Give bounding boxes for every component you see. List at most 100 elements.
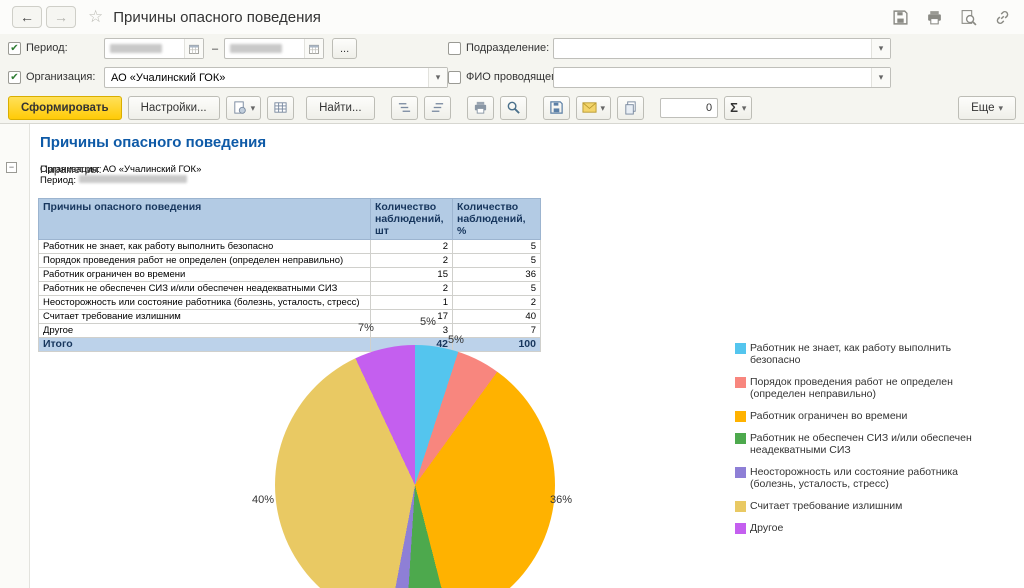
organization-value: АО «Учалинский ГОК»: [105, 72, 428, 84]
table-row[interactable]: Считает требование излишним1740: [39, 310, 541, 324]
save-icon-button[interactable]: [543, 96, 570, 120]
legend-swatch: [735, 343, 746, 354]
dropdown-arrow-icon[interactable]: [871, 39, 890, 58]
cell-cause: Считает требование излишним: [39, 310, 371, 324]
legend-item: Работник не обеспечен СИЗ и/или обеспече…: [735, 432, 987, 456]
table-row[interactable]: Работник ограничен во времени1536: [39, 268, 541, 282]
slice-label: 5%: [420, 316, 436, 328]
header-cause: Причины опасного поведения: [39, 199, 371, 240]
cell-count: 2: [371, 240, 453, 254]
period-label[interactable]: Период:: [26, 42, 68, 54]
division-combo[interactable]: [553, 38, 891, 59]
back-button[interactable]: ←: [12, 6, 42, 28]
grid-icon: [273, 100, 288, 115]
organization-checkbox[interactable]: ✔: [8, 71, 21, 84]
sigma-split-button[interactable]: Σ: [724, 96, 752, 120]
print-icon[interactable]: [924, 7, 944, 27]
table-row[interactable]: Работник не обеспечен СИЗ и/или обеспече…: [39, 282, 541, 296]
autosum-counter-field[interactable]: [660, 98, 718, 118]
legend-item: Считает требование излишним: [735, 500, 987, 512]
cell-count: 2: [371, 254, 453, 268]
legend-swatch: [735, 377, 746, 388]
table-row[interactable]: Другое37: [39, 324, 541, 338]
settings-button[interactable]: Настройки...: [128, 96, 220, 120]
parameter-period-redacted-value: [79, 175, 187, 183]
print-icon: [473, 100, 488, 115]
preview-icon-button[interactable]: [500, 96, 527, 120]
find-button[interactable]: Найти...: [306, 96, 374, 120]
legend-label: Считает требование излишним: [750, 500, 902, 512]
titlebar: ← → ☆ Причины опасного поведения: [0, 0, 1024, 34]
cell-count: 1: [371, 296, 453, 310]
envelope-icon: [582, 100, 597, 115]
forward-button[interactable]: →: [46, 6, 76, 28]
legend-item: Другое: [735, 522, 987, 534]
legend-item: Работник не знает, как работу выполнить …: [735, 342, 987, 366]
cell-count: 17: [371, 310, 453, 324]
magnifier-icon: [506, 100, 521, 115]
fio-checkbox[interactable]: [448, 71, 461, 84]
mail-split-button[interactable]: [576, 96, 612, 120]
header-count: Количество наблюдений, шт: [371, 199, 453, 240]
save-icon[interactable]: [890, 7, 910, 27]
cell-percent: 5: [453, 240, 541, 254]
legend-swatch: [735, 433, 746, 444]
legend-label: Другое: [750, 522, 783, 534]
cell-cause: Работник не обеспечен СИЗ и/или обеспече…: [39, 282, 371, 296]
table-total-row[interactable]: Итого42100: [39, 338, 541, 352]
copy-icon-button[interactable]: [617, 96, 644, 120]
cell-percent: 36: [453, 268, 541, 282]
legend-swatch: [735, 411, 746, 422]
cell-count: 3: [371, 324, 453, 338]
forward-arrow-icon: →: [54, 9, 68, 25]
report-parameters: Параметры: Организация: АО «Учалинский Г…: [40, 164, 201, 186]
collapse-groups-icon-button[interactable]: [424, 96, 451, 120]
table-grid-icon-button[interactable]: [267, 96, 294, 120]
dropdown-arrow-icon[interactable]: [428, 68, 447, 87]
division-label[interactable]: Подразделение:: [466, 42, 549, 54]
cell-cause: Работник не знает, как работу выполнить …: [39, 240, 371, 254]
total-label: Итого: [39, 338, 371, 352]
more-button-label: Еще: [971, 102, 994, 114]
report-table: Причины опасного поведения Количество на…: [38, 198, 541, 352]
preview-icon[interactable]: [958, 7, 978, 27]
link-icon[interactable]: [992, 7, 1012, 27]
copy-icon: [623, 100, 638, 115]
filter-row-2: ✔ Организация: АО «Учалинский ГОК» ФИО п…: [0, 63, 1024, 92]
print-icon-button[interactable]: [467, 96, 494, 120]
slice-label: 7%: [358, 322, 374, 334]
dropdown-arrow-icon: [998, 102, 1003, 114]
period-from-input[interactable]: [104, 38, 204, 59]
period-checkbox[interactable]: ✔: [8, 42, 21, 55]
period-more-button[interactable]: ...: [332, 38, 357, 59]
organization-combo[interactable]: АО «Учалинский ГОК»: [104, 67, 448, 88]
cell-percent: 5: [453, 282, 541, 296]
favorite-star-icon[interactable]: ☆: [88, 7, 103, 27]
grouping-gutter: [0, 124, 30, 588]
table-row[interactable]: Работник не знает, как работу выполнить …: [39, 240, 541, 254]
period-to-input[interactable]: [224, 38, 324, 59]
back-arrow-icon: ←: [20, 9, 34, 25]
dropdown-arrow-icon[interactable]: [871, 68, 890, 87]
cell-count: 15: [371, 268, 453, 282]
organization-label[interactable]: Организация:: [26, 71, 95, 83]
report-window: ← → ☆ Причины опасного поведения ✔ Перио…: [0, 0, 1024, 588]
table-row[interactable]: Неосторожность или состояние работника (…: [39, 296, 541, 310]
collapse-group-button[interactable]: [6, 162, 17, 173]
total-percent: 100: [453, 338, 541, 352]
division-checkbox[interactable]: [448, 42, 461, 55]
window-title: Причины опасного поведения: [113, 9, 321, 26]
table-row[interactable]: Порядок проведения работ не определен (о…: [39, 254, 541, 268]
expand-groups-icon-button[interactable]: [391, 96, 418, 120]
pie-chart[interactable]: [275, 345, 555, 588]
expand-groups-icon: [397, 100, 412, 115]
generate-button[interactable]: Сформировать: [8, 96, 122, 120]
calendar-icon[interactable]: [184, 39, 203, 58]
calendar-icon[interactable]: [304, 39, 323, 58]
more-button[interactable]: Еще: [958, 96, 1016, 120]
fio-combo[interactable]: [553, 67, 891, 88]
fio-label[interactable]: ФИО проводящего:: [466, 71, 564, 83]
report-variants-split-button[interactable]: [226, 96, 262, 120]
legend-label: Работник не обеспечен СИЗ и/или обеспече…: [750, 432, 987, 456]
period-separator: –: [212, 43, 218, 55]
